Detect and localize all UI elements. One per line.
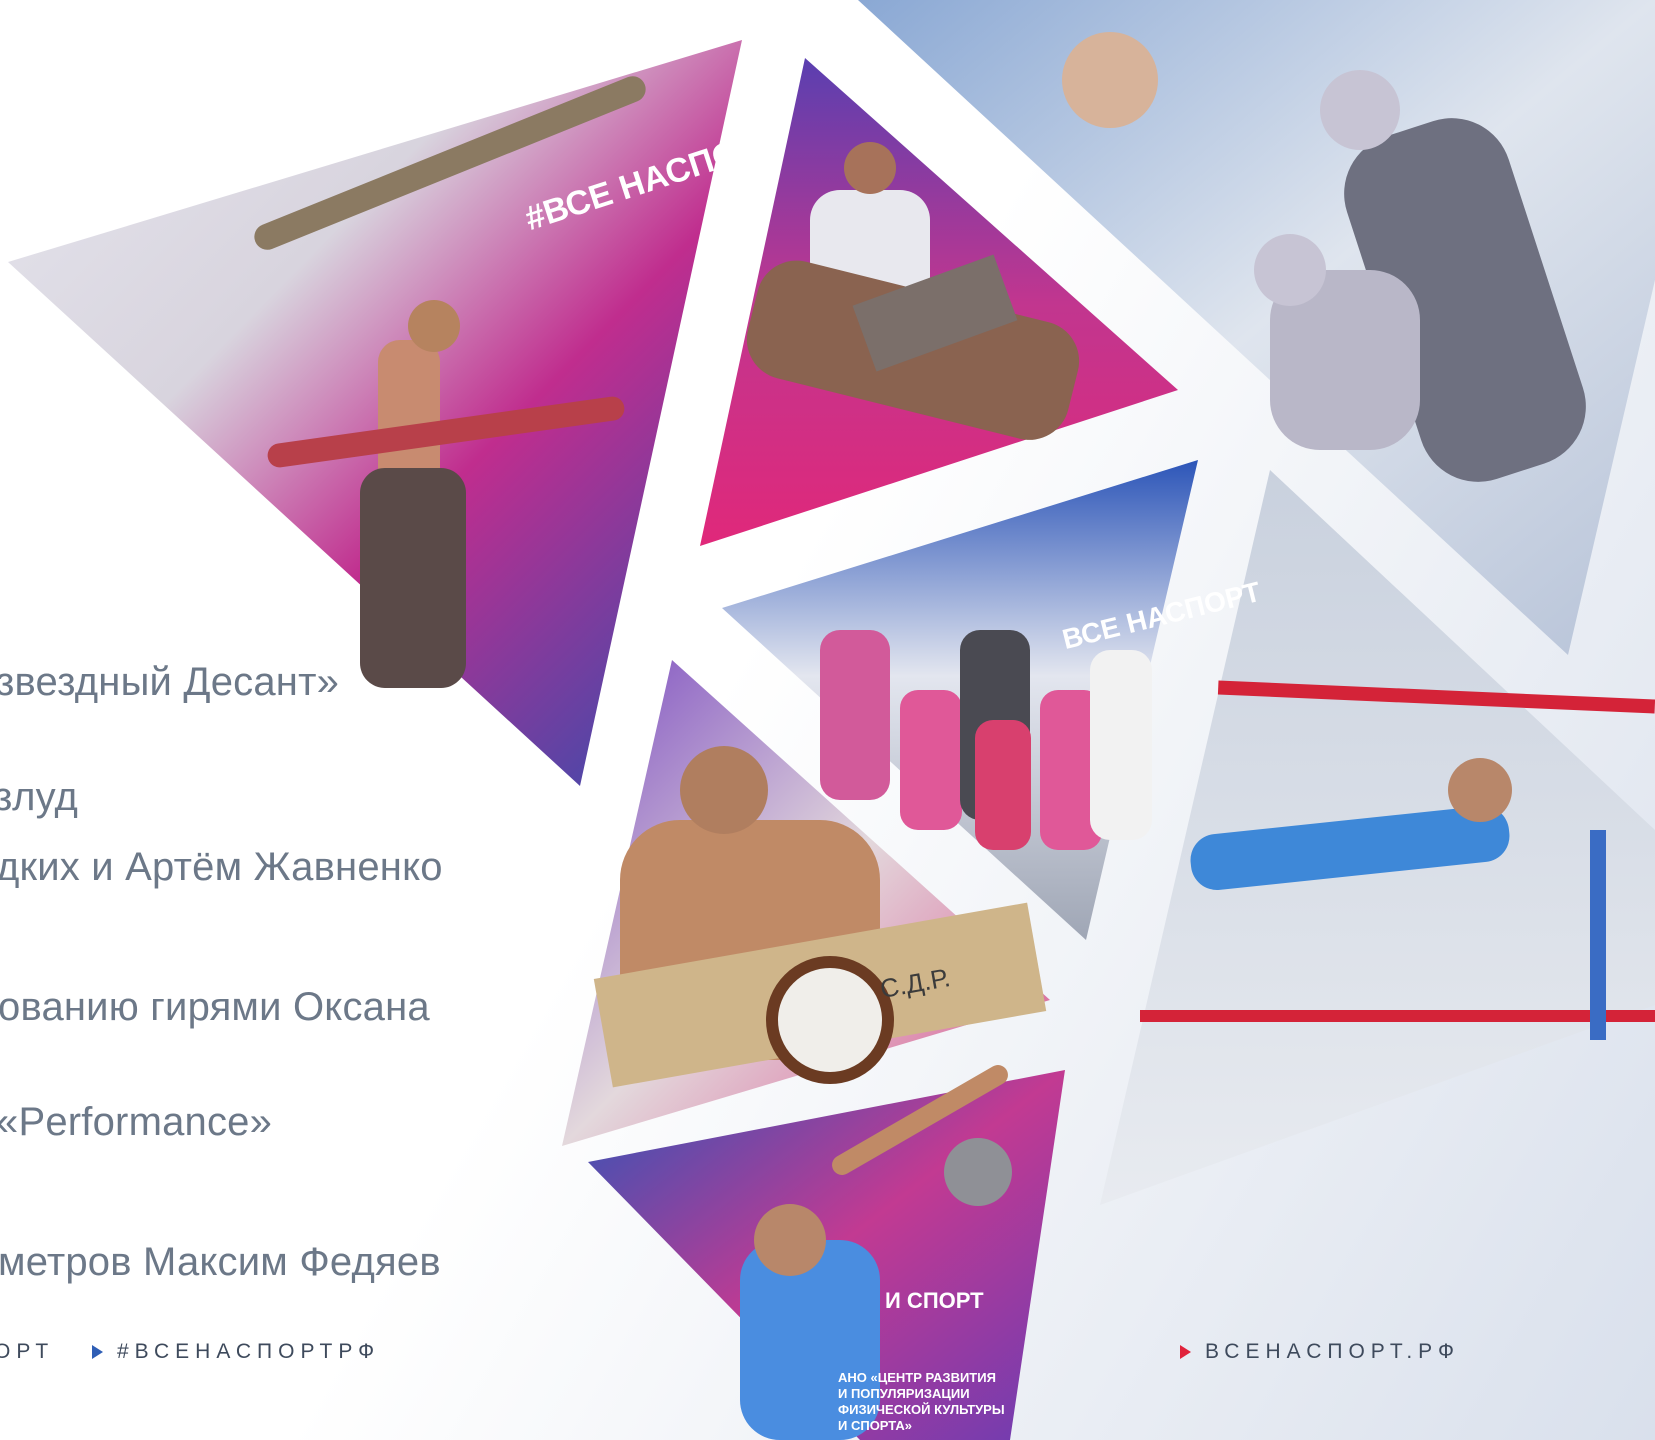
photo-collage [8, 0, 1655, 1440]
group-figures [820, 630, 1152, 850]
text-line-3: дких и Артём Жавненко [0, 845, 443, 889]
ano-label-1: АНО «ЦЕНТР РАЗВИТИЯ [838, 1370, 996, 1385]
play-arrow-icon-red [1180, 1345, 1191, 1359]
text-line-6: метров Максим Федяев [0, 1240, 441, 1284]
text-line-4: ованию гирями Оксана [0, 985, 430, 1029]
text-line-1: звездный Десант» [0, 660, 340, 704]
play-arrow-icon [92, 1345, 103, 1359]
footer-left-partial: ОРТ [0, 1340, 54, 1364]
footer-hashtag-text[interactable]: #ВСЕНАСПОРТРФ [117, 1340, 380, 1364]
ano-label-3: ФИЗИЧЕСКОЙ КУЛЬТУРЫ [838, 1402, 1005, 1417]
text-line-5: «Performance» [0, 1100, 273, 1144]
sport-label: И СПОРТ [885, 1288, 984, 1313]
ano-label-4: И СПОРТА» [838, 1418, 913, 1433]
ano-label-2: И ПОПУЛЯРИЗАЦИИ [838, 1386, 970, 1401]
text-line-2: злуд [0, 775, 79, 819]
footer-site-link[interactable]: ВСЕНАСПОРТ.РФ [1180, 1340, 1460, 1364]
footer-site-text[interactable]: ВСЕНАСПОРТ.РФ [1205, 1340, 1460, 1364]
footer-hashtag[interactable]: #ВСЕНАСПОРТРФ [92, 1340, 380, 1364]
footer-left-text: ОРТ [0, 1340, 55, 1363]
